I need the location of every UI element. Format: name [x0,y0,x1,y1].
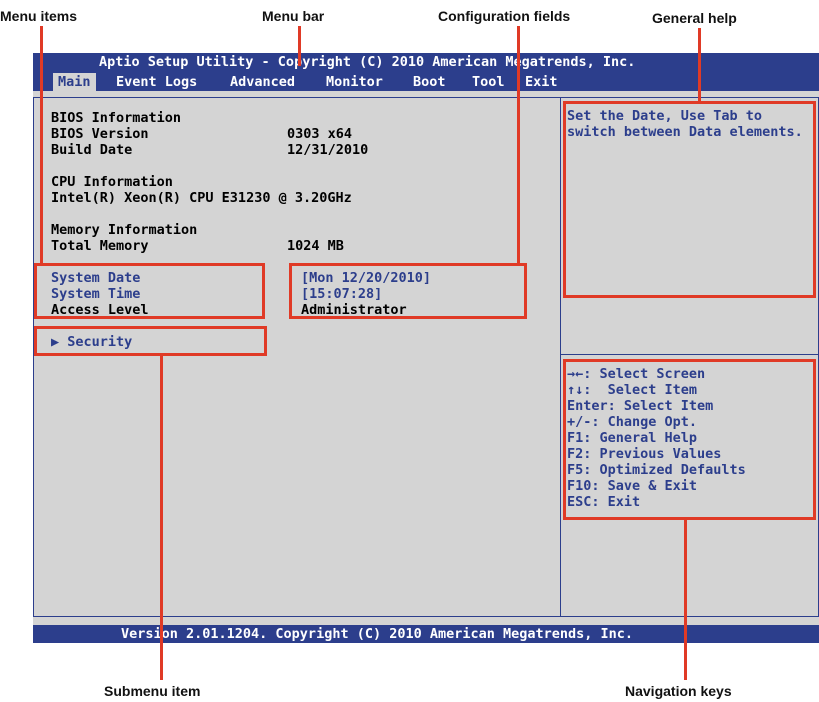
cpu-model: Intel(R) Xeon(R) CPU E31230 @ 3.20GHz [51,190,352,206]
menu-item-monitor[interactable]: Monitor [321,73,388,91]
build-date-label: Build Date [51,142,133,158]
connector-navigation-keys [684,519,687,680]
menu-item-exit[interactable]: Exit [520,73,563,91]
bios-version-label: BIOS Version [51,126,149,142]
connector-configuration-fields [517,26,520,264]
callout-navigation-keys: Navigation keys [625,683,732,699]
highlight-submenu-item [34,326,267,356]
connector-menu-items [40,26,43,264]
cpu-info-heading: CPU Information [51,174,173,190]
callout-menu-items: Menu items [0,8,78,24]
menu-item-event-logs[interactable]: Event Logs [111,73,202,91]
menu-item-boot[interactable]: Boot [408,73,451,91]
footer-text: Version 2.01.1204. Copyright (C) 2010 Am… [121,626,634,642]
highlight-general-help [563,101,816,298]
callout-configuration-fields: Configuration fields [438,8,571,24]
callout-menu-bar: Menu bar [262,8,325,24]
bios-info-heading: BIOS Information [51,110,182,126]
menu-bar: Main Event Logs Advanced Monitor Boot To… [33,71,819,91]
highlight-menu-items [34,263,265,319]
callout-general-help: General help [652,10,737,26]
highlight-configuration-fields [289,263,527,319]
footer-bar: Version 2.01.1204. Copyright (C) 2010 Am… [33,625,819,643]
build-date-value: 12/31/2010 [287,142,369,158]
menu-item-main[interactable]: Main [53,73,96,91]
connector-submenu-item [160,355,163,680]
bios-version-value: 0303 x64 [287,126,353,142]
connector-general-help [698,28,701,102]
memory-info-heading: Memory Information [51,222,198,238]
callout-submenu-item: Submenu item [104,683,201,699]
highlight-navigation-keys [563,359,816,520]
title-bar: Aptio Setup Utility - Copyright (C) 2010… [33,53,819,71]
menu-item-advanced[interactable]: Advanced [225,73,300,91]
connector-menu-bar [298,26,301,66]
total-memory-label: Total Memory [51,238,149,254]
total-memory-value: 1024 MB [287,238,344,254]
menu-item-tool[interactable]: Tool [467,73,510,91]
title-text: Aptio Setup Utility - Copyright (C) 2010… [99,54,636,70]
